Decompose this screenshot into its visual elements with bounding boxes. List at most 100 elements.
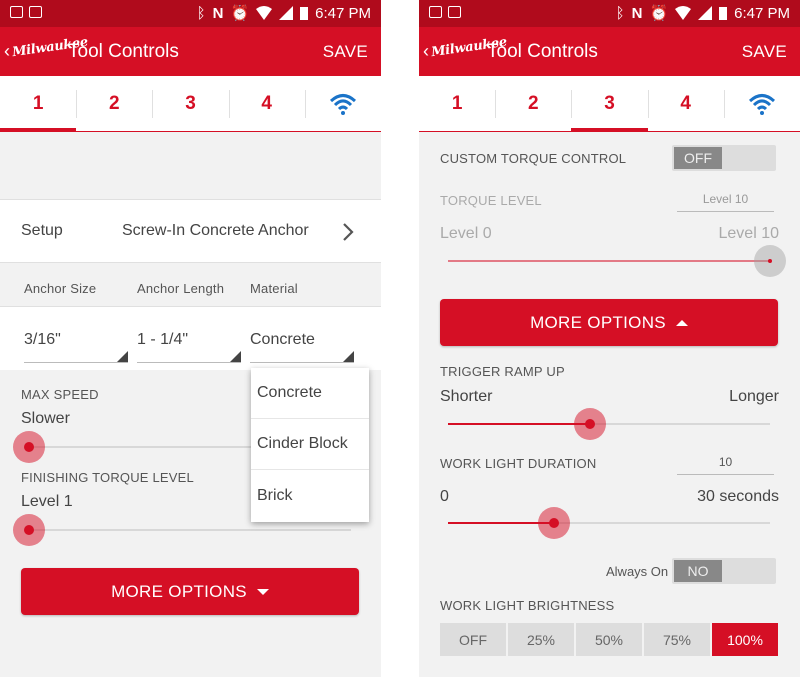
torque-level-field[interactable]: Level 10 <box>677 192 774 212</box>
clock-text: 6:47 PM <box>315 4 371 22</box>
alarm-icon: ⏰ <box>230 5 250 22</box>
caret-up-icon <box>675 319 688 326</box>
slider-thumb[interactable] <box>754 245 786 277</box>
custom-torque-toggle[interactable]: OFF <box>672 145 776 171</box>
dropdown-triangle-icon <box>343 351 354 362</box>
more-options-button[interactable]: MORE OPTIONS <box>440 299 778 346</box>
chevron-right-icon <box>343 223 354 241</box>
tab-3[interactable]: 3 <box>152 76 228 131</box>
battery-icon <box>300 7 309 20</box>
anchor-length-value: 1 - 1/4" <box>137 331 189 348</box>
slider-fill <box>448 423 590 425</box>
slider-thumb[interactable] <box>574 408 606 440</box>
nfc-icon: N <box>212 4 224 22</box>
brightness-option-off[interactable]: OFF <box>440 623 506 656</box>
trigger-ramp-label: TRIGGER RAMP UP <box>440 364 565 379</box>
slider-thumb[interactable] <box>13 431 45 463</box>
anchor-fields-row: 3/16" 1 - 1/4" Concrete <box>0 306 381 370</box>
setup-row[interactable]: Setup Screw-In Concrete Anchor <box>0 199 381 263</box>
always-on-label: Always On <box>606 564 669 579</box>
tab-wifi[interactable] <box>304 76 381 131</box>
finishing-torque-label: FINISHING TORQUE LEVEL <box>21 470 194 485</box>
save-button[interactable]: SAVE <box>742 42 787 62</box>
setup-label: Setup <box>21 222 63 239</box>
mail-notification-icon <box>29 6 42 18</box>
bluetooth-icon: ᛒ <box>615 4 625 22</box>
brightness-option-50[interactable]: 50% <box>576 623 642 656</box>
anchor-length-label: Anchor Length <box>137 281 225 296</box>
material-value: Concrete <box>250 331 315 348</box>
slider-thumb[interactable] <box>538 507 570 539</box>
finishing-torque-value: Level 1 <box>21 493 73 510</box>
back-icon[interactable]: ‹ <box>423 41 429 62</box>
always-on-toggle[interactable]: NO <box>672 558 776 584</box>
work-light-duration-slider[interactable] <box>448 507 770 539</box>
work-light-duration-field[interactable]: 10 <box>677 455 774 475</box>
tab-4[interactable]: 4 <box>228 76 305 131</box>
custom-torque-label: CUSTOM TORQUE CONTROL <box>440 151 627 166</box>
tab-2[interactable]: 2 <box>495 76 571 131</box>
alarm-icon: ⏰ <box>649 5 669 22</box>
bluetooth-icon: ᛒ <box>196 4 206 22</box>
more-options-button[interactable]: MORE OPTIONS <box>21 568 359 615</box>
wifi-icon <box>329 93 356 115</box>
setup-value: Screw-In Concrete Anchor <box>122 222 309 239</box>
slider-thumb[interactable] <box>13 514 45 546</box>
material-dropdown-menu: Concrete Cinder Block Brick <box>251 368 369 522</box>
work-light-brightness-label: WORK LIGHT BRIGHTNESS <box>440 598 615 613</box>
image-notification-icon <box>429 6 442 18</box>
dropdown-triangle-icon <box>117 351 128 362</box>
cell-signal-icon <box>698 6 713 20</box>
back-icon[interactable]: ‹ <box>4 41 10 62</box>
toggle-knob: NO <box>674 560 722 582</box>
slider-fill <box>448 260 770 262</box>
right-screen: ᛒ N ⏰ 6:47 PM ‹ Milwaukee Tool Controls … <box>419 0 800 677</box>
work-light-duration-label: WORK LIGHT DURATION <box>440 456 597 471</box>
brightness-option-75[interactable]: 75% <box>644 623 710 656</box>
toggle-knob: OFF <box>674 147 722 169</box>
tab-wifi[interactable] <box>723 76 800 131</box>
tab-2[interactable]: 2 <box>76 76 152 131</box>
battery-icon <box>719 7 728 20</box>
dropdown-option-cinder-block[interactable]: Cinder Block <box>251 419 369 470</box>
wifi-icon <box>748 93 775 115</box>
brightness-segmented-control: OFF 25% 50% 75% 100% <box>440 623 778 656</box>
more-options-label: MORE OPTIONS <box>530 312 666 332</box>
dropdown-triangle-icon <box>230 351 241 362</box>
anchor-size-value: 3/16" <box>24 331 61 348</box>
material-select[interactable]: Concrete <box>250 331 354 363</box>
max-speed-label: MAX SPEED <box>21 387 99 402</box>
image-notification-icon <box>10 6 23 18</box>
tab-1[interactable]: 1 <box>419 76 495 131</box>
left-screen: ᛒ N ⏰ 6:47 PM ‹ Milwaukee Tool Controls … <box>0 0 381 677</box>
app-title: Tool Controls <box>487 41 598 62</box>
save-button[interactable]: SAVE <box>323 42 368 62</box>
torque-level-slider[interactable] <box>448 245 786 277</box>
nfc-icon: N <box>631 4 643 22</box>
wifi-signal-icon <box>256 6 273 20</box>
trigger-max-label: Longer <box>729 388 779 405</box>
dropdown-option-concrete[interactable]: Concrete <box>251 368 369 419</box>
tab-3[interactable]: 3 <box>571 76 648 132</box>
finishing-torque-slider[interactable] <box>13 514 351 546</box>
anchor-length-select[interactable]: 1 - 1/4" <box>137 331 241 363</box>
brightness-option-25[interactable]: 25% <box>508 623 574 656</box>
trigger-min-label: Shorter <box>440 388 493 405</box>
app-title: Tool Controls <box>68 41 179 62</box>
max-speed-value: Slower <box>21 410 70 427</box>
anchor-size-select[interactable]: 3/16" <box>24 331 128 363</box>
torque-level-label: TORQUE LEVEL <box>440 193 542 208</box>
tab-1[interactable]: 1 <box>0 76 77 132</box>
caret-down-icon <box>256 588 269 595</box>
status-bar: ᛒ N ⏰ 6:47 PM <box>0 0 381 27</box>
brightness-option-100[interactable]: 100% <box>712 623 778 656</box>
trigger-ramp-slider[interactable] <box>448 408 770 440</box>
work-light-min-label: 0 <box>440 488 449 505</box>
work-light-max-label: 30 seconds <box>697 488 779 505</box>
dropdown-option-brick[interactable]: Brick <box>251 470 369 521</box>
torque-min-label: Level 0 <box>440 225 492 242</box>
more-options-label: MORE OPTIONS <box>111 581 247 601</box>
wifi-signal-icon <box>675 6 692 20</box>
tab-4[interactable]: 4 <box>647 76 724 131</box>
cell-signal-icon <box>279 6 294 20</box>
